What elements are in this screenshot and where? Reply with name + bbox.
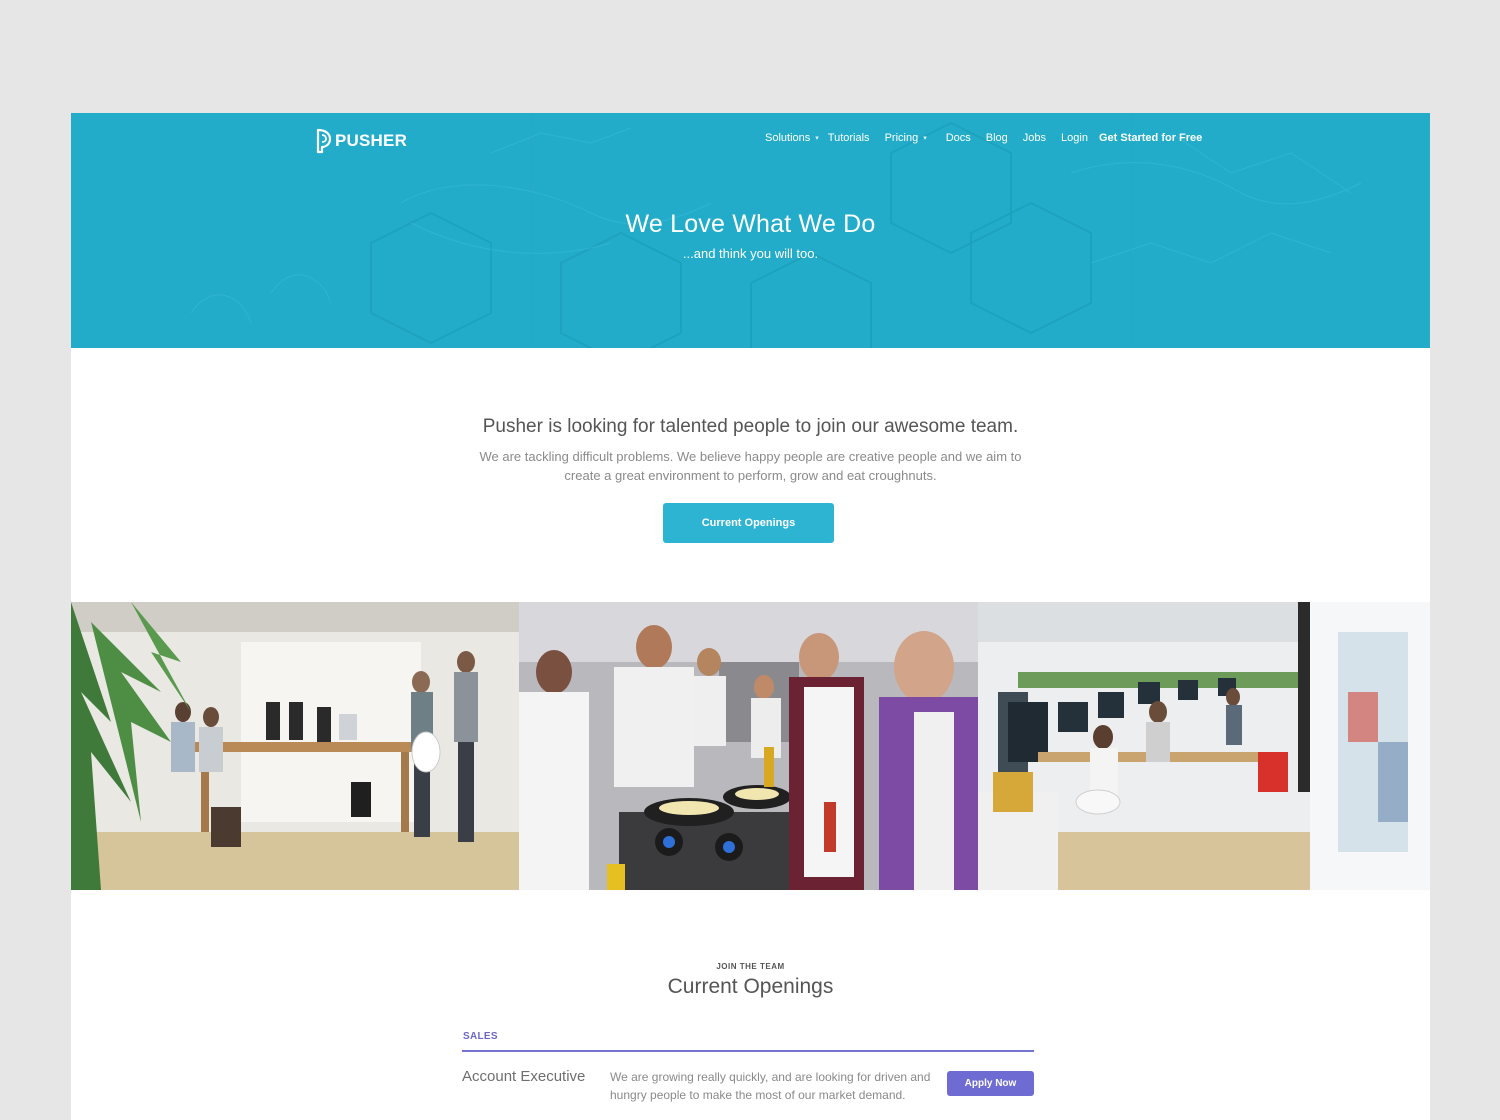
department-label: SALES xyxy=(463,1031,498,1042)
apply-now-button[interactable]: Apply Now xyxy=(947,1071,1034,1096)
hero-title: We Love What We Do xyxy=(625,210,876,238)
department-divider xyxy=(462,1050,1034,1052)
photo-strip xyxy=(71,602,1430,890)
nav-label-docs: Docs xyxy=(945,132,971,144)
open-plan-office-photo xyxy=(978,602,1430,890)
get-started-link[interactable]: Get Started for Free xyxy=(1099,132,1202,144)
nav-item-blog[interactable]: Blog xyxy=(986,132,1008,144)
nav-label-blog: Blog xyxy=(985,132,1008,144)
main-nav: Solutions ▾ Tutorials Pricing ▾ Docs Blo… xyxy=(765,132,1202,144)
team-cooking-photo xyxy=(519,602,978,890)
intro-heading: Pusher is looking for talented people to… xyxy=(482,416,1019,437)
intro-body: We are tackling difficult problems. We b… xyxy=(479,449,1022,483)
nav-item-tutorials[interactable]: Tutorials xyxy=(828,132,870,144)
nav-label-jobs: Jobs xyxy=(1022,132,1047,144)
pusher-logo-icon xyxy=(316,128,332,154)
nav-label-tutorials: Tutorials xyxy=(827,132,870,144)
pusher-logo[interactable]: PUSHER xyxy=(314,128,407,154)
hero-subtitle: ...and think you will too. xyxy=(682,246,819,261)
nav-item-login[interactable]: Login xyxy=(1061,132,1088,144)
openings-eyebrow: JOIN THE TEAM xyxy=(716,962,785,971)
chevron-down-icon: ▾ xyxy=(923,135,927,142)
nav-label-login: Login xyxy=(1061,132,1088,144)
job-title[interactable]: Account Executive xyxy=(462,1068,585,1085)
nav-label-solutions: Solutions xyxy=(765,132,811,144)
jobs-page: PUSHER Solutions ▾ Tutorials Pricing ▾ D… xyxy=(71,113,1430,1120)
chevron-down-icon: ▾ xyxy=(815,135,819,142)
nav-label-pricing: Pricing xyxy=(884,132,919,144)
hero-banner: PUSHER Solutions ▾ Tutorials Pricing ▾ D… xyxy=(71,113,1430,348)
office-meeting-photo xyxy=(71,602,519,890)
job-description: We are growing really quickly, and are l… xyxy=(610,1070,931,1102)
current-openings-button[interactable]: Current Openings xyxy=(663,503,834,543)
nav-item-docs[interactable]: Docs xyxy=(946,132,971,144)
nav-item-pricing[interactable]: Pricing ▾ xyxy=(885,132,927,144)
openings-title: Current Openings xyxy=(667,975,834,998)
nav-item-jobs[interactable]: Jobs xyxy=(1023,132,1046,144)
brand-name: PUSHER xyxy=(335,131,408,150)
nav-item-solutions[interactable]: Solutions ▾ xyxy=(765,132,819,144)
